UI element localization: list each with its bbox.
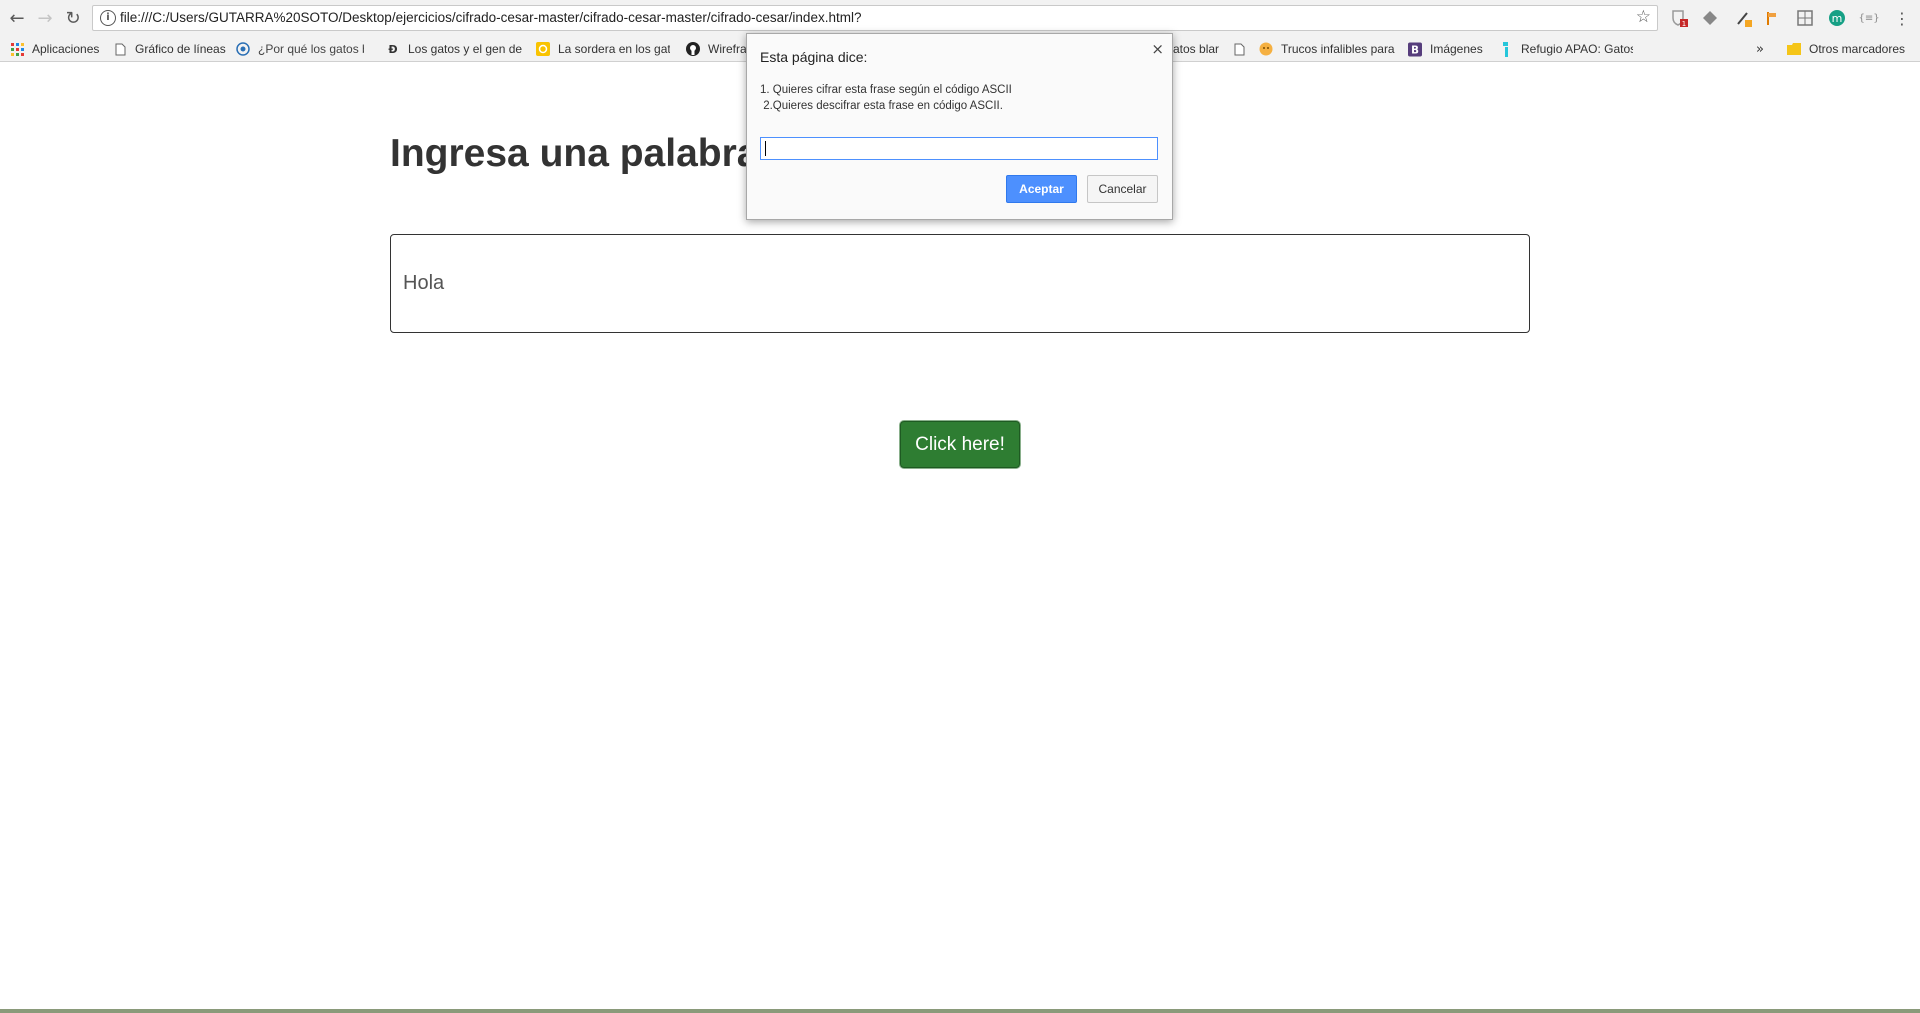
bookmark-item[interactable]: Gráfico de líneas (113, 41, 226, 57)
diamond-icon[interactable] (1701, 9, 1719, 27)
brackets-icon[interactable]: {≡} (1858, 9, 1879, 27)
shield-badge-icon[interactable]: 1 (1670, 9, 1688, 27)
taskbar-edge (0, 1009, 1920, 1013)
bookmark-label: Imágenes (1430, 42, 1483, 56)
b-icon: B (1408, 42, 1422, 56)
d-icon: Ð (388, 42, 398, 56)
bookmark-apps[interactable]: Aplicaciones (10, 41, 99, 57)
dialog-title: Esta página dice: (760, 49, 868, 65)
bookmark-item[interactable]: B Imágenes (1408, 41, 1483, 57)
bookmark-star-icon[interactable]: ☆ (1636, 7, 1651, 27)
close-icon[interactable]: × (1151, 40, 1164, 58)
cancel-button[interactable]: Cancelar (1087, 175, 1158, 203)
reload-icon[interactable]: ↻ (61, 6, 85, 30)
accept-button[interactable]: Aceptar (1006, 175, 1077, 203)
bookmark-label: Refugio APAO: Gatos (1521, 42, 1633, 56)
cyan-icon (1499, 41, 1513, 57)
dialog-message: 1. Quieres cifrar esta frase según el có… (760, 84, 1012, 112)
url-text[interactable]: file:///C:/Users/GUTARRA%20SOTO/Desktop/… (120, 10, 861, 25)
github-icon (686, 42, 700, 56)
address-bar[interactable]: i file:///C:/Users/GUTARRA%20SOTO/Deskto… (92, 5, 1658, 31)
bookmark-label: La sordera en los gat (558, 42, 670, 56)
bookmark-label: Los gatos y el gen de (408, 42, 523, 56)
page-icon (1232, 42, 1246, 56)
page-title: Ingresa una palabra (390, 132, 759, 175)
menu-icon[interactable]: ⋮ (1893, 9, 1911, 28)
text-caret (765, 141, 766, 156)
svg-text:m: m (1832, 12, 1843, 25)
bookmark-other-folder[interactable]: Otros marcadores (1787, 41, 1905, 57)
bookmark-label: Trucos infalibles para (1281, 42, 1395, 56)
page-icon (113, 42, 127, 56)
bookmark-item[interactable]: atos blar (1173, 41, 1219, 57)
pen-icon[interactable] (1735, 9, 1753, 27)
apps-grid-icon (10, 42, 24, 56)
dialog-input[interactable] (760, 137, 1158, 160)
folder-icon (1787, 42, 1801, 56)
bookmark-label: ¿Por qué los gatos bl (258, 42, 364, 56)
yellow-icon (536, 42, 550, 56)
flag-icon[interactable] (1763, 9, 1781, 27)
bookmark-item[interactable]: La sordera en los gat (536, 41, 670, 57)
swirl-icon (236, 42, 250, 56)
puzzle-icon[interactable] (1796, 9, 1814, 27)
orange-icon (1259, 42, 1273, 56)
bookmark-item[interactable]: ¿Por qué los gatos bl (236, 41, 364, 57)
word-input[interactable]: Hola (390, 234, 1530, 333)
bookmark-label: atos blar (1173, 42, 1220, 56)
bookmark-label: Otros marcadores (1809, 42, 1906, 56)
bookmark-label: Gráfico de líneas (135, 42, 226, 56)
bookmarks-overflow-icon[interactable]: » (1756, 41, 1764, 57)
bookmark-label: Aplicaciones (32, 42, 100, 56)
svg-text:1: 1 (1682, 20, 1686, 27)
bookmark-item[interactable] (1232, 41, 1254, 57)
click-here-button[interactable]: Click here! (900, 421, 1020, 468)
back-icon[interactable]: ← (5, 6, 29, 30)
prompt-dialog: Esta página dice: × 1. Quieres cifrar es… (746, 33, 1173, 220)
browser-toolbar: ← → ↻ i file:///C:/Users/GUTARRA%20SOTO/… (0, 0, 1920, 36)
info-icon[interactable]: i (100, 10, 116, 26)
bookmark-item[interactable]: Ð Los gatos y el gen de (386, 41, 524, 57)
bookmark-item[interactable]: Wirefra (686, 41, 747, 57)
bookmark-item[interactable]: Trucos infalibles para (1259, 41, 1407, 57)
m-icon[interactable]: m (1828, 9, 1846, 27)
forward-icon[interactable]: → (33, 6, 57, 30)
bookmark-label: Wirefra (708, 42, 747, 56)
svg-text:B: B (1411, 44, 1419, 56)
bookmark-item[interactable]: Refugio APAO: Gatos (1499, 41, 1633, 57)
